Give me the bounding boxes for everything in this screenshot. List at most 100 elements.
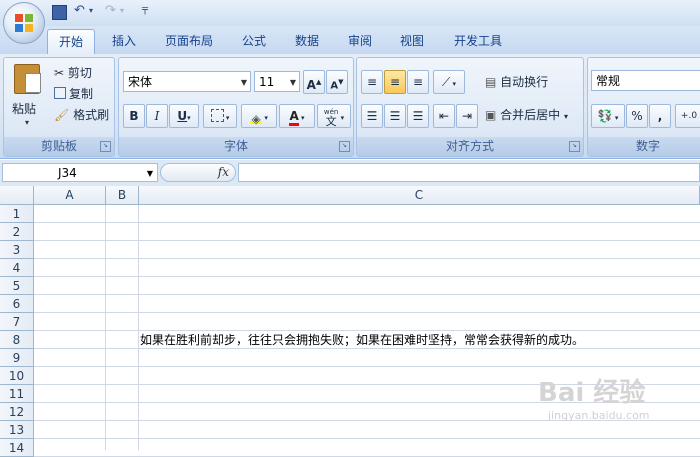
underline-button[interactable]: U▾ (169, 104, 199, 128)
font-name-select[interactable]: 宋体 ▼ (123, 71, 251, 92)
tab-developer[interactable]: 开发工具 (446, 29, 510, 54)
row-header-7[interactable]: 7 (0, 313, 34, 331)
name-box[interactable]: J34 ▼ (2, 163, 158, 182)
font-color-icon: A (289, 110, 299, 126)
font-group: 宋体 ▼ 11 ▼ A▲ A▼ B I U▾ ▾ ◈ ▾ A ▾ wén 文 ▾… (118, 57, 354, 157)
row-header-4[interactable]: 4 (0, 259, 34, 277)
font-group-label: 字体 (119, 137, 353, 156)
select-all-corner[interactable] (0, 186, 34, 205)
row-header-8[interactable]: 8 (0, 331, 34, 349)
tab-review[interactable]: 审阅 (342, 29, 378, 54)
alignment-group-label: 对齐方式 (357, 137, 583, 156)
phonetic-button[interactable]: wén 文 ▾ (317, 104, 351, 128)
comma-button[interactable]: , (649, 104, 671, 128)
row-header-14[interactable]: 14 (0, 439, 34, 457)
increase-decimal-button[interactable]: +.0 (675, 104, 700, 128)
italic-button[interactable]: I (146, 104, 168, 128)
increase-indent-button[interactable]: ⇥ (456, 104, 478, 128)
undo-icon[interactable]: ↶ (74, 3, 85, 18)
align-middle-icon: ≡ (389, 75, 401, 89)
tab-view[interactable]: 视图 (394, 29, 430, 54)
customize-arrow-icon[interactable]: ╤ (142, 4, 148, 15)
font-size-select[interactable]: 11 ▼ (254, 71, 300, 92)
undo-dropdown-icon[interactable]: ▾ (89, 6, 93, 15)
formula-bar: J34 ▼ fx (0, 160, 700, 187)
align-right-button[interactable]: ☰ (407, 104, 429, 128)
tab-insert[interactable]: 插入 (104, 29, 144, 54)
wrap-text-button[interactable]: ▤ 自动换行 (485, 73, 548, 91)
gridline-horizontal (34, 438, 700, 439)
column-header-b[interactable]: B (106, 186, 139, 205)
tab-page-layout[interactable]: 页面布局 (157, 29, 221, 54)
redo-dropdown-icon[interactable]: ▾ (120, 6, 124, 15)
grow-font-icon: A (306, 78, 316, 92)
align-bottom-icon: ≡ (412, 75, 424, 89)
row-header-10[interactable]: 10 (0, 367, 34, 385)
column-header-a[interactable]: A (34, 186, 106, 205)
currency-icon: 💱 (597, 109, 613, 123)
format-painter-button[interactable]: 🖌 格式刷 (54, 106, 109, 124)
row-header-2[interactable]: 2 (0, 223, 34, 241)
align-center-icon: ☰ (389, 109, 401, 123)
gridline-horizontal (34, 240, 700, 241)
shrink-font-button[interactable]: A▼ (326, 70, 348, 94)
row-header-5[interactable]: 5 (0, 277, 34, 295)
name-box-value: J34 (58, 166, 77, 180)
row-header-13[interactable]: 13 (0, 421, 34, 439)
align-middle-button[interactable]: ≡ (384, 70, 406, 94)
cell-c8[interactable]: 如果在胜利前却步，往往只会拥抱失败；如果在困难时坚持，常常会获得新的成功。 (140, 331, 584, 349)
decrease-indent-icon: ⇤ (438, 109, 450, 123)
decrease-indent-button[interactable]: ⇤ (433, 104, 455, 128)
copy-icon (54, 87, 66, 99)
format-painter-icon: 🖌 (54, 108, 70, 122)
office-button[interactable] (3, 2, 45, 44)
redo-icon[interactable]: ↷ (105, 3, 116, 18)
number-group: 常规 💱 ▾ % , +.0 数字 (587, 57, 700, 157)
row-header-1[interactable]: 1 (0, 205, 34, 223)
accounting-format-button[interactable]: 💱 ▾ (591, 104, 625, 128)
merge-center-button[interactable]: ▣ 合并后居中 ▾ (485, 106, 568, 124)
tab-home[interactable]: 开始 (47, 29, 95, 55)
clipboard-dialog-launcher-icon[interactable]: ↘ (100, 141, 111, 152)
tab-formulas[interactable]: 公式 (236, 29, 272, 54)
fill-color-button[interactable]: ◈ ▾ (241, 104, 277, 128)
paste-icon (14, 64, 41, 94)
bold-button[interactable]: B (123, 104, 145, 128)
row-header-11[interactable]: 11 (0, 385, 34, 403)
gridline-horizontal (34, 276, 700, 277)
orientation-button[interactable]: ⟋ ▾ (433, 70, 465, 94)
gridline-horizontal (34, 258, 700, 259)
tab-data[interactable]: 数据 (289, 29, 325, 54)
align-bottom-button[interactable]: ≡ (407, 70, 429, 94)
font-name-dropdown-icon: ▼ (240, 78, 247, 87)
column-header-c[interactable]: C (139, 186, 700, 205)
grow-font-button[interactable]: A▲ (303, 70, 325, 94)
formula-input[interactable] (238, 163, 700, 182)
row-header-3[interactable]: 3 (0, 241, 34, 259)
save-icon[interactable] (52, 5, 67, 20)
align-top-button[interactable]: ≡ (361, 70, 383, 94)
border-button[interactable]: ▾ (203, 104, 237, 128)
paste-button[interactable]: 粘贴 ▾ (8, 60, 48, 130)
format-painter-label: 格式刷 (73, 108, 110, 122)
align-left-button[interactable]: ☰ (361, 104, 383, 128)
cut-button[interactable]: ✂ 剪切 (54, 64, 92, 82)
insert-function-button[interactable]: fx (160, 163, 236, 182)
row-header-9[interactable]: 9 (0, 349, 34, 367)
number-format-select[interactable]: 常规 (591, 70, 700, 91)
row-header-6[interactable]: 6 (0, 295, 34, 313)
row-header-12[interactable]: 12 (0, 403, 34, 421)
font-name-value: 宋体 (128, 75, 153, 89)
align-right-icon: ☰ (412, 109, 424, 123)
font-dialog-launcher-icon[interactable]: ↘ (339, 141, 350, 152)
copy-button[interactable]: 复制 (54, 85, 93, 103)
number-group-label: 数字 (588, 137, 700, 156)
cut-label: 剪切 (67, 66, 92, 80)
alignment-dialog-launcher-icon[interactable]: ↘ (569, 141, 580, 152)
percent-button[interactable]: % (626, 104, 648, 128)
clipboard-group: 粘贴 ▾ ✂ 剪切 复制 🖌 格式刷 剪贴板 ↘ (3, 57, 115, 157)
gridline-vertical (105, 205, 106, 450)
font-color-button[interactable]: A ▾ (279, 104, 315, 128)
align-center-button[interactable]: ☰ (384, 104, 406, 128)
border-icon (210, 109, 224, 122)
